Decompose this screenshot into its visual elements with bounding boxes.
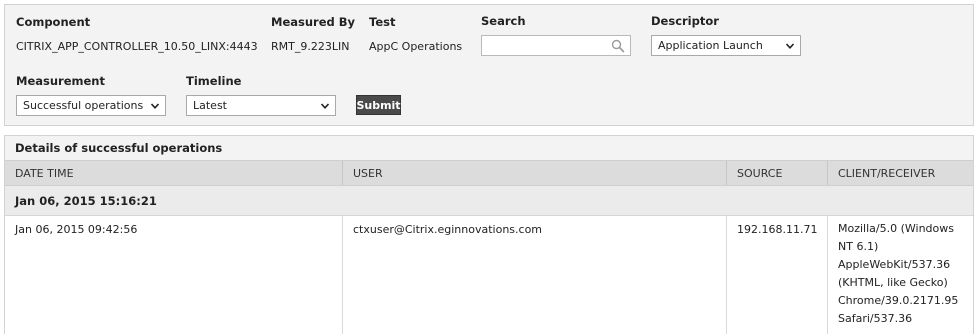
details-panel: Details of successful operations DATE TI… xyxy=(4,135,974,334)
measured-by-label: Measured By xyxy=(271,15,356,29)
client-receiver-line: NT 6.1) xyxy=(838,240,879,253)
column-header-client-receiver[interactable]: CLIENT/RECEIVER xyxy=(827,161,973,185)
column-header-user[interactable]: USER xyxy=(342,161,726,185)
timeline-select[interactable]: Latest xyxy=(186,95,336,116)
cell-client-receiver: Mozilla/5.0 (Windows NT 6.1) AppleWebKit… xyxy=(827,216,973,334)
chevron-down-icon xyxy=(785,43,795,49)
search-label: Search xyxy=(481,14,526,28)
chevron-down-icon xyxy=(150,103,160,109)
search-input[interactable] xyxy=(482,36,610,55)
chevron-down-icon xyxy=(320,103,330,109)
client-receiver-line: (KHTML, like Gecko) xyxy=(838,276,948,289)
table-header: DATE TIME USER SOURCE CLIENT/RECEIVER xyxy=(5,160,973,186)
descriptor-select[interactable]: Application Launch xyxy=(651,35,801,56)
timeline-selected-value: Latest xyxy=(193,99,227,112)
column-header-date-time[interactable]: DATE TIME xyxy=(5,161,342,185)
filter-panel: Component CITRIX_APP_CONTROLLER_10.50_LI… xyxy=(4,4,974,126)
client-receiver-line: AppleWebKit/537.36 xyxy=(838,258,951,271)
client-receiver-line: Safari/537.36 xyxy=(838,312,913,325)
timeline-label: Timeline xyxy=(186,74,242,88)
component-label: Component xyxy=(16,15,91,29)
measurement-label: Measurement xyxy=(16,74,105,88)
details-title: Details of successful operations xyxy=(5,136,973,160)
table-row: Jan 06, 2015 09:42:56 ctxuser@Citrix.egi… xyxy=(5,216,973,334)
submit-button[interactable]: Submit xyxy=(356,95,401,115)
search-box[interactable] xyxy=(481,35,631,56)
cell-source: 192.168.11.71 xyxy=(726,216,827,334)
descriptor-selected-value: Application Launch xyxy=(658,39,763,52)
measurement-select[interactable]: Successful operations xyxy=(16,95,166,116)
client-receiver-line: Mozilla/5.0 (Windows xyxy=(838,222,954,235)
component-value: CITRIX_APP_CONTROLLER_10.50_LINX:4443 xyxy=(16,40,258,53)
column-header-source[interactable]: SOURCE xyxy=(726,161,827,185)
measurement-selected-value: Successful operations xyxy=(23,99,144,112)
cell-user: ctxuser@Citrix.eginnovations.com xyxy=(342,216,726,334)
group-header-row: Jan 06, 2015 15:16:21 xyxy=(5,186,973,216)
descriptor-label: Descriptor xyxy=(651,14,719,28)
test-label: Test xyxy=(369,15,396,29)
client-receiver-line: Chrome/39.0.2171.95 xyxy=(838,294,959,307)
measured-by-value: RMT_9.223LIN xyxy=(271,40,350,53)
test-value: AppC Operations xyxy=(369,40,463,53)
cell-date-time: Jan 06, 2015 09:42:56 xyxy=(15,223,138,236)
search-icon[interactable] xyxy=(611,39,625,53)
